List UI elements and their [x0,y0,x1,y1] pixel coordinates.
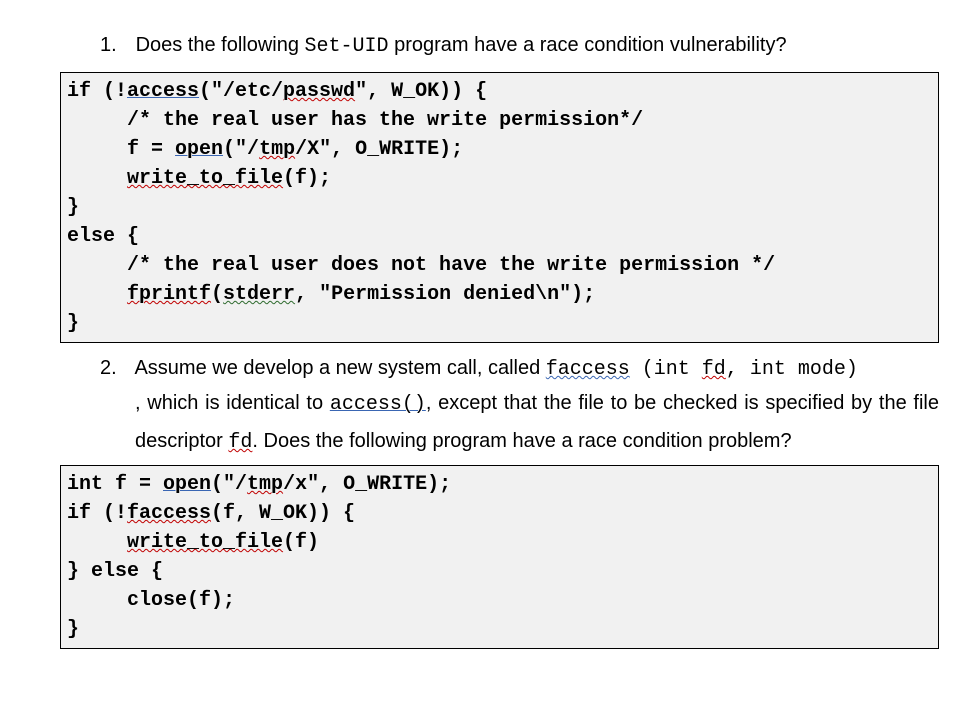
q1-text: Does the following Set-UID program have … [136,34,787,56]
q2-text-line1: Assume we develop a new system call, cal… [134,357,857,379]
q2-text-cont: , which is identical to access(), except… [135,385,939,461]
document-page: 1. Does the following Set-UID program ha… [0,0,979,679]
q2-number: 2. [100,353,130,383]
question-1: 1. Does the following Set-UID program ha… [100,30,939,62]
question-2: 2. Assume we develop a new system call, … [100,353,939,385]
code-block-2: int f = open("/tmp/x", O_WRITE); if (!fa… [60,465,939,649]
code-block-1: if (!access("/etc/passwd", W_OK)) { /* t… [60,72,939,343]
q1-number: 1. [100,30,130,60]
